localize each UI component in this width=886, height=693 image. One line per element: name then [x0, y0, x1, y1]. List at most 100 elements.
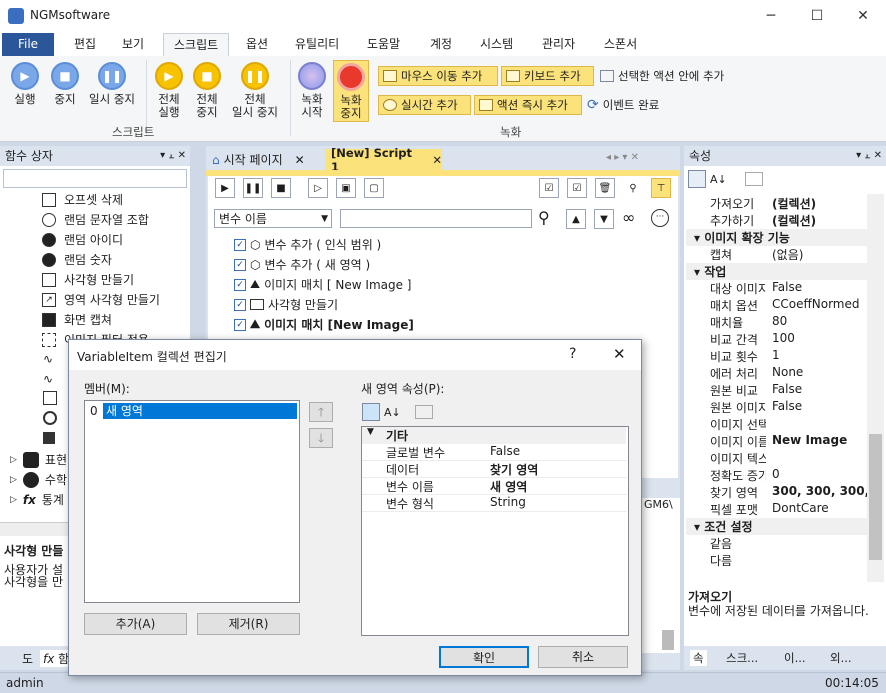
run-all-button[interactable]: ▶ 전체 실행: [152, 62, 186, 119]
property-row[interactable]: 이미지 선택: [686, 416, 867, 433]
add-in-selected-action-button[interactable]: 선택한 액션 안에 추가: [600, 66, 724, 86]
more-icon[interactable]: ···: [651, 209, 669, 227]
zoom-icon[interactable]: ⚲: [623, 178, 643, 198]
panel-controls[interactable]: ▾ ⫠ ✕: [856, 146, 882, 166]
tab-toolbox[interactable]: 도: [4, 650, 33, 667]
remove-button[interactable]: 제거(R): [197, 613, 300, 635]
close-tab-icon[interactable]: ✕: [295, 153, 305, 167]
cancel-button[interactable]: 취소: [538, 646, 628, 668]
sort-alpha-icon[interactable]: A↓: [384, 406, 401, 419]
tab-options[interactable]: 옵션: [236, 33, 278, 56]
tab-sponsor[interactable]: 스폰서: [594, 33, 647, 56]
members-list[interactable]: 0 새 영역: [84, 400, 300, 603]
grid-row[interactable]: 글로벌 변수 False: [362, 444, 627, 461]
property-row[interactable]: 캡쳐 (없음): [686, 246, 867, 263]
property-row[interactable]: 같음: [686, 535, 867, 552]
grid-category[interactable]: ▼ 기타: [362, 427, 626, 444]
event-done-button[interactable]: ⟳ 이벤트 완료: [587, 95, 659, 115]
grid-row[interactable]: 변수 이름 새 영역: [362, 478, 627, 495]
property-category[interactable]: ▾ 조건 설정: [686, 518, 867, 535]
minimize-button[interactable]: ─: [748, 0, 794, 31]
search-icon[interactable]: ⚲: [538, 208, 550, 227]
property-category[interactable]: ▾ 작업: [686, 263, 867, 280]
link-icon[interactable]: ∞: [622, 208, 635, 227]
list-item[interactable]: 랜덤 문자열 조합: [42, 210, 149, 229]
property-category[interactable]: ▾ 이미지 확장 기능: [686, 229, 867, 246]
variable-name-combo[interactable]: 변수 이름 ▼: [214, 209, 332, 228]
check-button[interactable]: ☑: [567, 178, 587, 198]
categorized-icon[interactable]: [362, 403, 380, 421]
step-button[interactable]: ▷: [308, 178, 328, 198]
record-start-button[interactable]: 녹화 시작: [296, 62, 328, 119]
property-row[interactable]: 원본 이미지 False: [686, 399, 867, 416]
stop-all-button[interactable]: ■ 전체 중지: [190, 62, 224, 119]
property-row[interactable]: 가져오기 (컬렉션): [686, 195, 867, 212]
property-row[interactable]: 원본 비교 False: [686, 382, 867, 399]
panel-controls[interactable]: ▾ ⫠ ✕: [160, 146, 186, 166]
close-button[interactable]: ✕: [840, 0, 886, 31]
property-row[interactable]: 정확도 증가 0: [686, 467, 867, 484]
script-line[interactable]: ✓ 사각형 만들기: [234, 295, 338, 314]
checkbox[interactable]: ✓: [234, 318, 246, 331]
script-line[interactable]: ✓ ⬡ 변수 추가 ( 인식 범위 ): [234, 235, 381, 254]
tab-utility[interactable]: 유틸리티: [285, 33, 349, 56]
add-action-now-button[interactable]: 액션 즉시 추가: [474, 95, 582, 115]
move-up-button[interactable]: 🡑: [309, 402, 333, 422]
list-item[interactable]: 사각형 만들기: [42, 270, 134, 289]
list-item[interactable]: 0 새 영역: [87, 403, 297, 419]
step-out-button[interactable]: ▢: [364, 178, 384, 198]
tab-external[interactable]: 외...: [830, 650, 852, 666]
property-pages-icon[interactable]: [414, 405, 433, 419]
tab-scripts[interactable]: 스크...: [726, 650, 758, 666]
sort-alpha-icon[interactable]: A↓: [710, 173, 727, 186]
script-line-selected[interactable]: ✓ ⛰ 이미지 매치 [New Image]: [234, 315, 414, 334]
list-item[interactable]: 화면 캡쳐: [42, 310, 112, 329]
tab-help[interactable]: 도움말: [357, 33, 410, 56]
tree-group-math[interactable]: ▷ 수학: [10, 471, 67, 488]
run-button[interactable]: ▶ 실행: [8, 62, 42, 106]
property-row[interactable]: 추가하기 (컬렉션): [686, 212, 867, 229]
record-stop-button[interactable]: 녹화 중지: [333, 60, 369, 122]
properties-scrollbar[interactable]: [867, 194, 884, 582]
tab-view[interactable]: 보기: [112, 33, 154, 56]
move-down-button[interactable]: ▼: [594, 209, 614, 229]
pause-button[interactable]: ❚❚ 일시 중지: [86, 62, 138, 106]
property-row[interactable]: 찾기 영역 300, 300, 300, 300: [686, 484, 867, 501]
maximize-button[interactable]: ☐: [794, 0, 840, 31]
check-all-button[interactable]: ☑: [539, 178, 559, 198]
tree-group-stats[interactable]: ▷ fx 통계: [10, 491, 64, 508]
property-row[interactable]: 매치율 80: [686, 314, 867, 331]
ok-button[interactable]: 확인: [439, 646, 529, 668]
tab-properties[interactable]: 속: [690, 650, 707, 666]
tab-file[interactable]: File: [2, 33, 54, 56]
tab-start-page[interactable]: ⌂ 시작 페이지 ✕: [208, 149, 321, 170]
list-item[interactable]: 랜덤 숫자: [42, 250, 112, 269]
grid-row[interactable]: 데이터 찾기 영역: [362, 461, 627, 478]
step-into-button[interactable]: ▣: [336, 178, 356, 198]
add-mouse-move-button[interactable]: 마우스 이동 추가: [378, 66, 498, 86]
checkbox[interactable]: ✓: [234, 298, 246, 311]
property-row[interactable]: 매치 옵션 CCoeffNormed: [686, 297, 867, 314]
property-row[interactable]: 이미지 텍스: [686, 450, 867, 467]
tab-account[interactable]: 계정: [420, 33, 462, 56]
move-up-button[interactable]: ▲: [566, 209, 586, 229]
list-item[interactable]: 오프셋 삭제: [42, 190, 123, 209]
property-row[interactable]: 이미지 이름 New Image: [686, 433, 867, 450]
property-row[interactable]: 대상 이미지 False: [686, 280, 867, 297]
property-row[interactable]: 에러 처리 None: [686, 365, 867, 382]
list-item[interactable]: ↗ 영역 사각형 만들기: [42, 290, 160, 309]
move-down-button[interactable]: 🡓: [309, 428, 333, 448]
tab-admin[interactable]: 관리자: [532, 33, 585, 56]
help-button[interactable]: ?: [569, 346, 576, 362]
delete-button[interactable]: 🗑: [595, 178, 615, 198]
tab-images[interactable]: 이...: [784, 650, 806, 666]
property-row[interactable]: 비교 횟수 1: [686, 348, 867, 365]
property-row[interactable]: 다름: [686, 552, 867, 569]
tree-view-button[interactable]: ⊤: [651, 178, 671, 198]
property-row[interactable]: 비교 간격 100: [686, 331, 867, 348]
stop-button[interactable]: ■: [271, 178, 291, 198]
tab-script-1[interactable]: [New] Script 1 ✕: [325, 146, 442, 174]
output-scrollbar[interactable]: [662, 630, 674, 650]
pause-button[interactable]: ❚❚: [243, 178, 263, 198]
tab-edit[interactable]: 편집: [64, 33, 106, 56]
